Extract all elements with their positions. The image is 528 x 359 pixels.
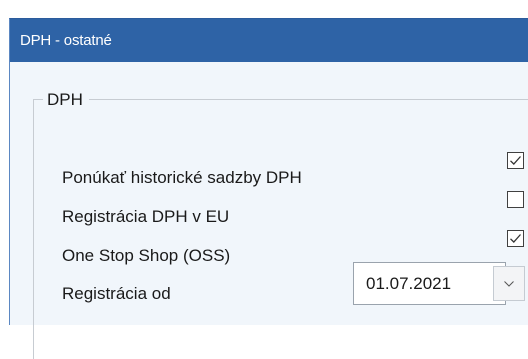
chevron-down-icon [504, 281, 514, 287]
one-stop-shop-label: One Stop Shop (OSS) [62, 246, 231, 265]
registration-date-label: Registrácia od [62, 284, 171, 303]
registration-date-value: 01.07.2021 [366, 274, 452, 293]
registration-date-field[interactable]: 01.07.2021 [353, 262, 525, 305]
historical-vat-rates-label: Ponúkať historické sadzby DPH [62, 168, 302, 187]
eu-vat-registration-checkbox[interactable] [507, 191, 524, 208]
window-title: DPH - ostatné [10, 19, 528, 62]
settings-window: DPH - ostatné DPH Ponúkať historické sad… [9, 18, 528, 359]
eu-vat-registration-label: Registrácia DPH v EU [62, 207, 230, 226]
dph-groupbox: DPH [33, 89, 528, 359]
checkmark-icon [510, 234, 521, 243]
group-legend: DPH [43, 89, 89, 111]
checkmark-icon [510, 156, 521, 165]
historical-vat-rates-checkbox[interactable] [507, 152, 524, 169]
date-dropdown-button[interactable] [493, 266, 525, 301]
one-stop-shop-checkbox[interactable] [507, 230, 524, 247]
